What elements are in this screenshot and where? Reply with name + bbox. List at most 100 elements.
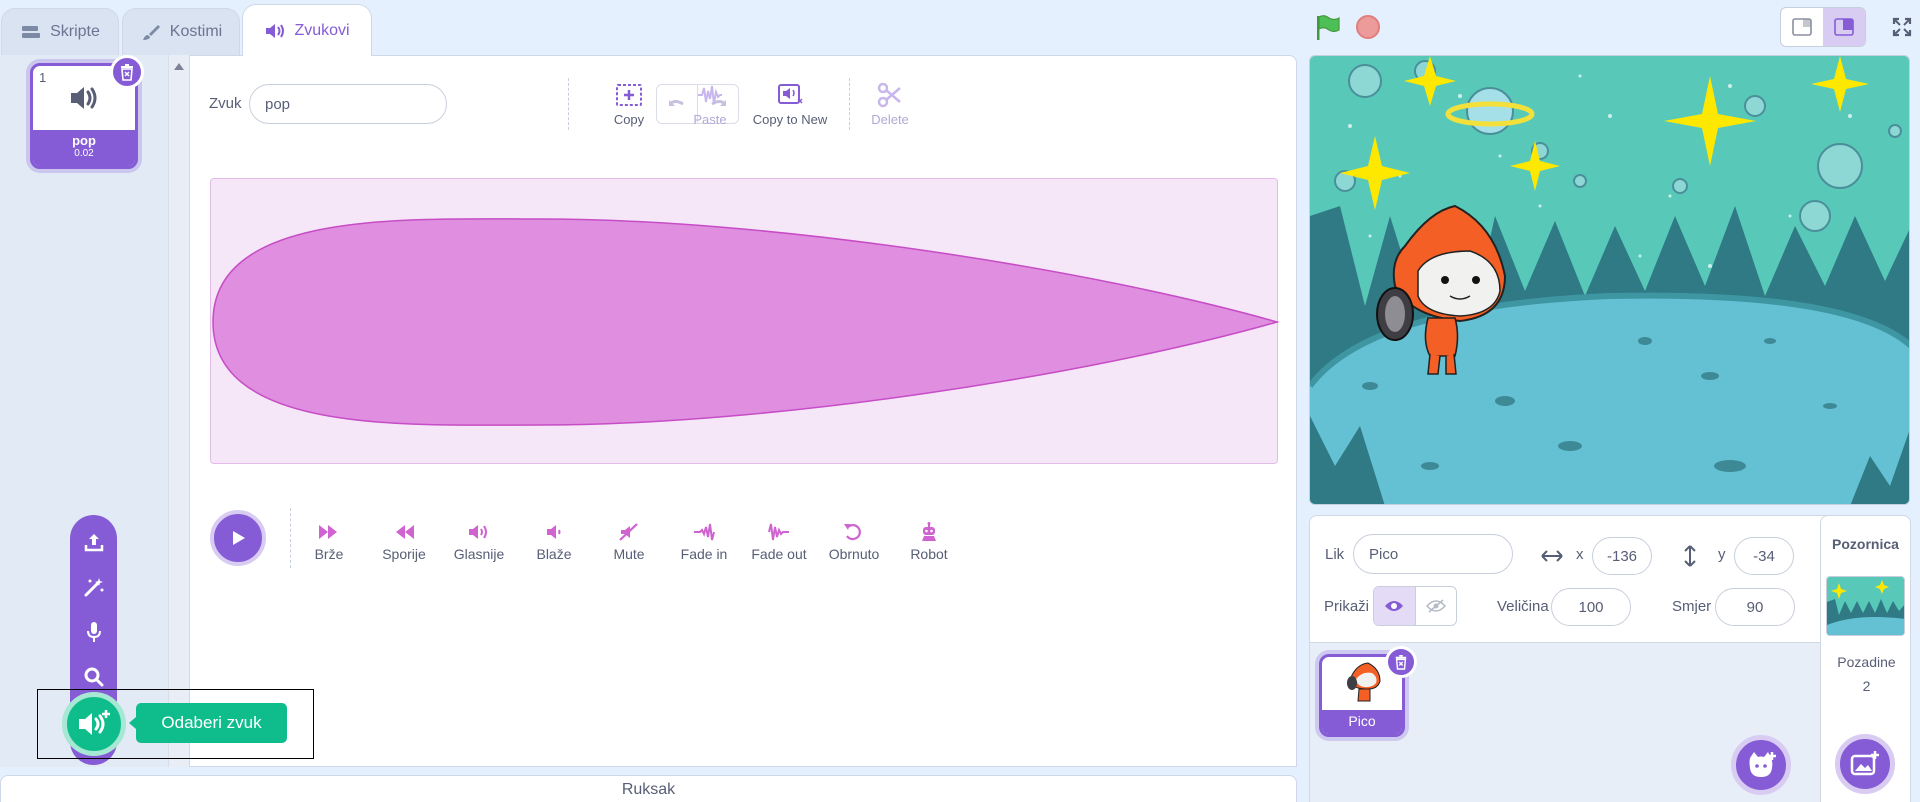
fullscreen-button[interactable] bbox=[1886, 7, 1918, 47]
show-label: Prikaži bbox=[1324, 598, 1370, 615]
choose-backdrop-button[interactable] bbox=[1835, 734, 1895, 794]
effect-robot-button[interactable]: Robot bbox=[893, 521, 965, 562]
search-sound-button[interactable] bbox=[82, 665, 106, 689]
copy-icon bbox=[616, 84, 642, 106]
effect-slower-label: Sporije bbox=[382, 546, 426, 562]
sound-icon bbox=[266, 23, 285, 38]
paste-button[interactable]: Paste bbox=[665, 82, 755, 127]
x-position-input[interactable]: -136 bbox=[1592, 537, 1652, 575]
backdrops-count: 2 bbox=[1862, 678, 1871, 694]
stage-target-pane[interactable]: Pozornica Pozadine 2 bbox=[1820, 515, 1911, 802]
paste-label: Paste bbox=[693, 112, 727, 127]
x-label: x bbox=[1576, 546, 1584, 563]
copy-to-new-button[interactable]: Copy to New bbox=[745, 82, 835, 127]
effect-mute-button[interactable]: Mute bbox=[593, 521, 665, 562]
delete-sound-button[interactable] bbox=[110, 55, 144, 89]
backdrop-thumbnail bbox=[1826, 576, 1905, 636]
sound-name-label: Zvuk bbox=[209, 95, 242, 112]
green-flag-icon bbox=[1317, 15, 1340, 40]
tab-costumes[interactable]: Kostimi bbox=[122, 8, 240, 55]
sprite-name-label: Lik bbox=[1325, 546, 1345, 563]
eye-icon bbox=[1385, 601, 1404, 611]
y-label: y bbox=[1718, 546, 1726, 563]
choose-sound-button[interactable] bbox=[62, 692, 126, 756]
effect-fade-in-button[interactable]: Fade in bbox=[668, 521, 740, 562]
play-icon bbox=[233, 531, 245, 545]
normal-stage-button[interactable] bbox=[1823, 8, 1865, 46]
small-stage-icon bbox=[1792, 18, 1812, 36]
delete-sprite-button[interactable] bbox=[1385, 646, 1417, 678]
effect-softer-button[interactable]: Blaže bbox=[518, 521, 590, 562]
paste-icon bbox=[698, 85, 722, 105]
fullscreen-icon bbox=[1892, 17, 1912, 37]
effects-divider bbox=[290, 508, 291, 568]
effect-fade-out-button[interactable]: Fade out bbox=[743, 521, 815, 562]
direction-input[interactable]: 90 bbox=[1715, 588, 1795, 626]
tab-costumes-label: Kostimi bbox=[169, 23, 223, 40]
sprite-name-input[interactable]: Pico bbox=[1353, 534, 1513, 574]
effect-mute-label: Mute bbox=[613, 546, 645, 562]
effect-robot-label: Robot bbox=[910, 546, 948, 562]
normal-stage-icon bbox=[1834, 18, 1854, 36]
record-sound-button[interactable] bbox=[82, 620, 106, 644]
effect-reverse-button[interactable]: Obrnuto bbox=[818, 521, 890, 562]
effect-reverse-label: Obrnuto bbox=[828, 546, 880, 562]
delete-button[interactable]: Delete bbox=[845, 82, 935, 127]
delete-label: Delete bbox=[871, 112, 909, 127]
softer-icon bbox=[547, 525, 561, 539]
sound-list-scrollbar[interactable] bbox=[168, 55, 188, 767]
x-position-icon bbox=[1541, 550, 1563, 562]
stage-canvas[interactable] bbox=[1309, 55, 1910, 505]
effect-slower-button[interactable]: Sporije bbox=[368, 521, 440, 562]
upload-sound-icon bbox=[84, 534, 104, 552]
tab-sounds-label: Zvukovi bbox=[294, 21, 350, 39]
backdrop-thumbnail-image bbox=[1827, 577, 1904, 635]
stop-button[interactable] bbox=[1356, 15, 1380, 39]
upload-sound-button[interactable] bbox=[82, 530, 106, 554]
tab-code-label: Skripte bbox=[50, 23, 100, 40]
surprise-sound-button[interactable] bbox=[82, 575, 106, 599]
microphone-icon bbox=[87, 622, 101, 642]
search-icon bbox=[84, 667, 104, 687]
trash-icon bbox=[1395, 655, 1407, 670]
show-sprite-button[interactable] bbox=[1374, 587, 1416, 625]
sprite-tile-name: Pico bbox=[1322, 710, 1402, 734]
copy-button[interactable]: Copy bbox=[584, 82, 674, 127]
effect-faster-button[interactable]: Brže bbox=[293, 521, 365, 562]
backpack[interactable]: Ruksak bbox=[0, 775, 1297, 802]
sprite-thumbnail bbox=[1347, 662, 1381, 702]
toolbar-divider bbox=[568, 78, 569, 130]
brush-icon bbox=[142, 25, 160, 40]
tab-code[interactable]: Skripte bbox=[1, 8, 119, 55]
effect-fade-in-label: Fade in bbox=[680, 546, 728, 562]
trash-icon bbox=[121, 64, 133, 81]
effect-louder-button[interactable]: Glasnije bbox=[443, 521, 515, 562]
play-sound-button[interactable] bbox=[210, 510, 266, 566]
surprise-icon bbox=[84, 578, 104, 597]
add-sprite-cat-icon bbox=[1749, 752, 1776, 777]
direction-label: Smjer bbox=[1672, 598, 1712, 615]
copy-to-new-icon bbox=[778, 84, 803, 104]
choose-sprite-button[interactable] bbox=[1731, 735, 1791, 795]
effect-louder-label: Glasnije bbox=[453, 546, 505, 562]
effect-faster-label: Brže bbox=[314, 546, 344, 562]
faster-icon bbox=[319, 525, 337, 539]
visibility-toggle bbox=[1373, 586, 1457, 626]
sound-tile-name: pop bbox=[72, 133, 96, 148]
size-input[interactable]: 100 bbox=[1551, 588, 1631, 626]
small-stage-button[interactable] bbox=[1781, 8, 1823, 46]
scroll-up-arrow-icon[interactable] bbox=[174, 63, 184, 70]
backdrops-label: Pozadine bbox=[1837, 654, 1896, 670]
fade-in-icon bbox=[694, 523, 715, 541]
robot-icon bbox=[922, 522, 936, 541]
waveform-area[interactable] bbox=[210, 178, 1279, 464]
scissors-icon bbox=[877, 82, 901, 108]
sound-name-input[interactable]: pop bbox=[249, 84, 447, 124]
tab-sounds[interactable]: Zvukovi bbox=[242, 4, 372, 56]
green-flag-button[interactable] bbox=[1314, 14, 1342, 42]
add-sound-icon bbox=[79, 710, 110, 735]
y-position-input[interactable]: -34 bbox=[1734, 537, 1794, 575]
slower-icon bbox=[396, 525, 414, 539]
hide-sprite-button[interactable] bbox=[1416, 587, 1457, 625]
y-position-icon bbox=[1684, 545, 1696, 567]
